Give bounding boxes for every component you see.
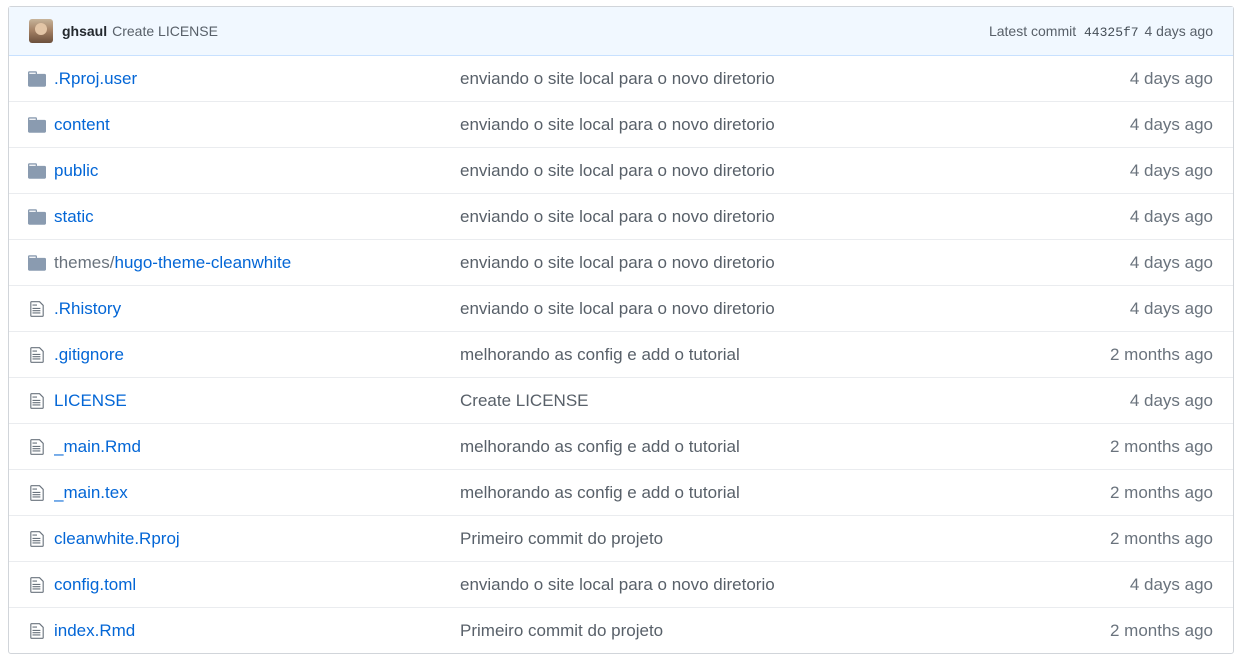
- file-name-cell: _main.Rmd: [54, 437, 460, 457]
- file-row[interactable]: themes/hugo-theme-cleanwhite enviando o s…: [9, 239, 1233, 285]
- folder-icon: [27, 115, 47, 135]
- file-commit-message[interactable]: Create LICENSE: [460, 391, 1053, 411]
- file-name-link[interactable]: cleanwhite.Rproj: [54, 529, 180, 548]
- file-name-link[interactable]: config.toml: [54, 575, 136, 594]
- file-commit-age: 4 days ago: [1129, 574, 1213, 594]
- file-commit-age: 4 days ago: [1129, 390, 1213, 410]
- file-row[interactable]: index.Rmd Primeiro commit do projeto 2 mon…: [9, 607, 1233, 653]
- file-name-link[interactable]: _main.tex: [54, 483, 128, 502]
- file-commit-age: 4 days ago: [1129, 252, 1213, 272]
- file-list: .Rproj.user enviando o site local para o …: [9, 56, 1233, 653]
- file-name-cell: content: [54, 115, 460, 135]
- file-row[interactable]: LICENSE Create LICENSE 4 days ago: [9, 377, 1233, 423]
- file-commit-message[interactable]: melhorando as config e add o tutorial: [460, 345, 1053, 365]
- file-commit-age: 2 months ago: [1109, 528, 1213, 548]
- file-browser: ghsaul Create LICENSE Latest commit 4432…: [8, 6, 1234, 654]
- latest-commit-bar: ghsaul Create LICENSE Latest commit 4432…: [9, 7, 1233, 56]
- file-name-link[interactable]: .Rhistory: [54, 299, 121, 318]
- file-commit-message[interactable]: enviando o site local para o novo direto…: [460, 575, 1053, 595]
- file-name-cell: config.toml: [54, 575, 460, 595]
- file-name-cell: public: [54, 161, 460, 181]
- file-icon: [27, 437, 47, 457]
- file-name-link[interactable]: .Rproj.user: [54, 69, 137, 88]
- file-row[interactable]: .Rhistory enviando o site local para o no…: [9, 285, 1233, 331]
- file-name-cell: index.Rmd: [54, 621, 460, 641]
- file-commit-message[interactable]: enviando o site local para o novo direto…: [460, 115, 1053, 135]
- folder-icon: [27, 253, 47, 273]
- latest-commit-label: Latest commit: [988, 22, 1077, 39]
- latest-commit-info: Latest commit 44325f7 4 days ago: [989, 23, 1213, 40]
- file-row[interactable]: .gitignore melhorando as config e add o t…: [9, 331, 1233, 377]
- file-commit-message[interactable]: enviando o site local para o novo direto…: [460, 207, 1053, 227]
- file-commit-message[interactable]: Primeiro commit do projeto: [460, 529, 1053, 549]
- file-commit-age: 2 months ago: [1109, 344, 1213, 364]
- file-commit-age: 2 months ago: [1109, 620, 1213, 640]
- file-name-link[interactable]: .gitignore: [54, 345, 124, 364]
- avatar[interactable]: [29, 19, 53, 43]
- folder-icon: [27, 161, 47, 181]
- file-row[interactable]: cleanwhite.Rproj Primeiro commit do proje…: [9, 515, 1233, 561]
- file-icon: [27, 299, 47, 319]
- file-name-link[interactable]: content: [54, 115, 110, 134]
- commit-age: 4 days ago: [1144, 22, 1214, 39]
- file-name-cell: LICENSE: [54, 391, 460, 411]
- file-icon: [27, 483, 47, 503]
- file-name-cell: .Rproj.user: [54, 69, 460, 89]
- file-commit-message[interactable]: enviando o site local para o novo direto…: [460, 161, 1053, 181]
- file-path-prefix: themes/: [54, 252, 115, 272]
- file-commit-age: 4 days ago: [1129, 160, 1213, 180]
- file-row[interactable]: _main.Rmd melhorando as config e add o tu…: [9, 423, 1233, 469]
- commit-message[interactable]: Create LICENSE: [112, 23, 218, 39]
- file-name-link[interactable]: hugo-theme-cleanwhite: [114, 253, 291, 272]
- file-commit-age: 2 months ago: [1109, 482, 1213, 502]
- file-row[interactable]: config.toml enviando o site local para o …: [9, 561, 1233, 607]
- file-name-cell: cleanwhite.Rproj: [54, 529, 460, 549]
- file-icon: [27, 345, 47, 365]
- file-commit-age: 4 days ago: [1129, 68, 1213, 88]
- file-name-cell: .Rhistory: [54, 299, 460, 319]
- file-name-link[interactable]: public: [54, 161, 98, 180]
- folder-icon: [27, 207, 47, 227]
- file-commit-message[interactable]: enviando o site local para o novo direto…: [460, 299, 1053, 319]
- commit-sha[interactable]: 44325f7: [1084, 25, 1139, 40]
- file-row[interactable]: public enviando o site local para o novo …: [9, 147, 1233, 193]
- file-name-link[interactable]: LICENSE: [54, 391, 127, 410]
- file-icon: [27, 529, 47, 549]
- file-icon: [27, 621, 47, 641]
- file-row[interactable]: .Rproj.user enviando o site local para o …: [9, 56, 1233, 101]
- file-name-cell: _main.tex: [54, 483, 460, 503]
- file-name-link[interactable]: index.Rmd: [54, 621, 135, 640]
- file-commit-message[interactable]: melhorando as config e add o tutorial: [460, 483, 1053, 503]
- file-commit-age: 2 months ago: [1109, 436, 1213, 456]
- file-commit-age: 4 days ago: [1129, 206, 1213, 226]
- file-name-cell: .gitignore: [54, 345, 460, 365]
- file-name-cell: static: [54, 207, 460, 227]
- file-name-link[interactable]: static: [54, 207, 94, 226]
- file-name-link[interactable]: _main.Rmd: [54, 437, 141, 456]
- file-row[interactable]: content enviando o site local para o novo…: [9, 101, 1233, 147]
- file-commit-message[interactable]: Primeiro commit do projeto: [460, 621, 1053, 641]
- commit-author[interactable]: ghsaul: [62, 23, 107, 39]
- file-commit-age: 4 days ago: [1129, 114, 1213, 134]
- file-row[interactable]: _main.tex melhorando as config e add o tu…: [9, 469, 1233, 515]
- file-commit-message[interactable]: enviando o site local para o novo direto…: [460, 253, 1053, 273]
- folder-icon: [27, 69, 47, 89]
- file-commit-message[interactable]: melhorando as config e add o tutorial: [460, 437, 1053, 457]
- file-commit-message[interactable]: enviando o site local para o novo direto…: [460, 69, 1053, 89]
- file-icon: [27, 575, 47, 595]
- file-icon: [27, 391, 47, 411]
- file-row[interactable]: static enviando o site local para o novo …: [9, 193, 1233, 239]
- file-commit-age: 4 days ago: [1129, 298, 1213, 318]
- file-name-cell: themes/hugo-theme-cleanwhite: [54, 253, 460, 273]
